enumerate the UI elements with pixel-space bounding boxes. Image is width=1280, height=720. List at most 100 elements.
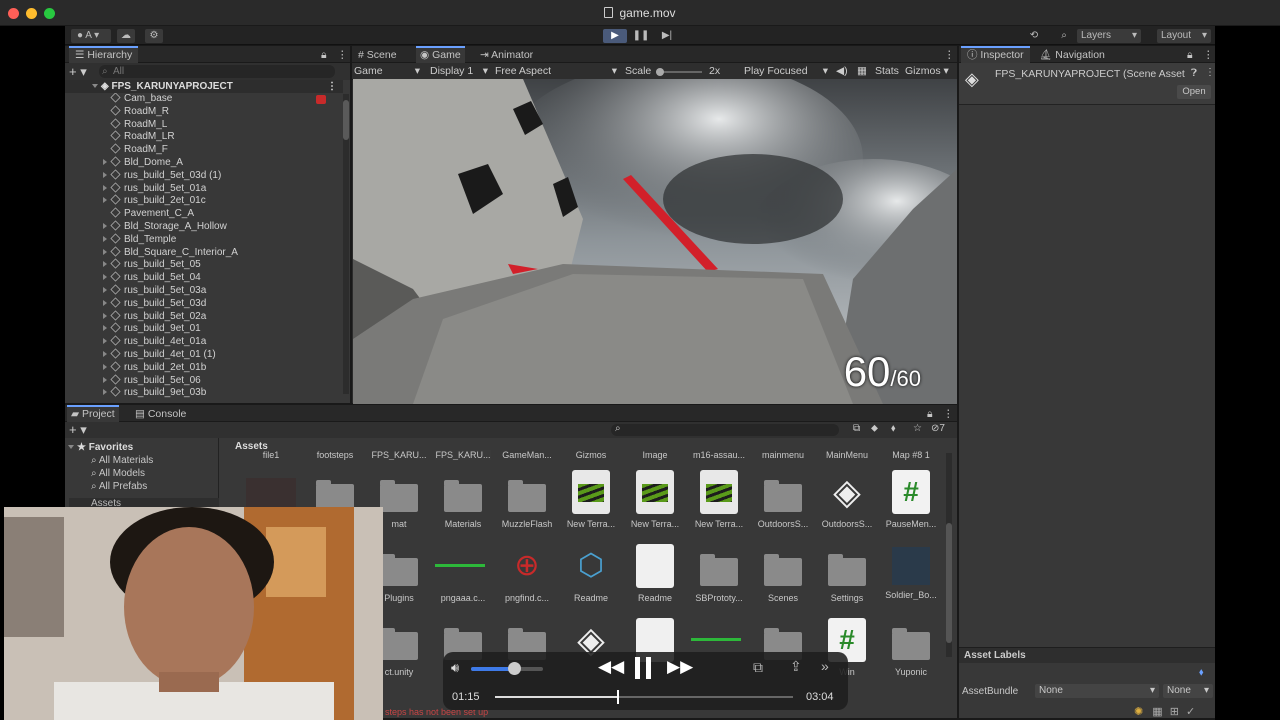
lightbulb-icon[interactable]: ✺ <box>1134 706 1143 718</box>
asset-folder-label[interactable]: file1 <box>243 450 299 460</box>
expand-arrow-icon[interactable] <box>103 287 107 293</box>
hierarchy-item[interactable]: rus_build_5et_02a <box>65 310 206 324</box>
expand-arrow-icon[interactable] <box>103 248 107 255</box>
volume-slider[interactable] <box>471 662 543 675</box>
asset-folder-label[interactable]: Image <box>627 450 683 460</box>
expand-arrow-icon[interactable] <box>92 84 98 88</box>
expand-arrow-icon[interactable] <box>103 197 107 204</box>
hierarchy-item[interactable]: Bld_Temple <box>65 233 176 247</box>
hierarchy-item[interactable]: rus_build_9et_01 <box>65 322 201 336</box>
favorites-header[interactable]: ★ Favorites <box>68 442 133 453</box>
tab-scene[interactable]: # Scene <box>358 48 397 63</box>
game-mode-dropdown[interactable]: Game ▾ <box>354 65 420 78</box>
tab-game[interactable]: ◉ Game <box>416 46 465 63</box>
mute-icon[interactable]: ◀) <box>836 65 848 78</box>
play-button[interactable]: ▶ <box>603 29 627 43</box>
asset-item[interactable]: Materials <box>435 470 491 529</box>
history-icon[interactable]: ⟲ <box>1025 29 1043 43</box>
fast-forward-button[interactable]: ▶▶ <box>667 657 693 677</box>
asset-item[interactable]: MuzzleFlash <box>499 470 555 529</box>
expand-arrow-icon[interactable] <box>103 274 107 281</box>
hierarchy-item[interactable]: rus_build_9et_03b <box>65 386 206 400</box>
scrub-bar[interactable] <box>495 690 793 704</box>
lock-icon[interactable]: 🔒︎ <box>321 48 327 63</box>
hidden-count[interactable]: ⊘7 <box>931 423 945 434</box>
hierarchy-item[interactable]: rus_build_5et_03a <box>65 284 206 298</box>
expand-arrow-icon[interactable] <box>103 171 107 178</box>
expand-arrow-icon[interactable] <box>103 389 107 396</box>
expand-arrow-icon[interactable] <box>103 376 107 383</box>
expand-arrow-icon[interactable] <box>103 299 107 306</box>
tab-project[interactable]: ▰ Project <box>67 405 119 422</box>
favorite-icon[interactable]: ☆ <box>913 423 922 434</box>
cloud-button[interactable]: ☁ <box>117 29 135 43</box>
hierarchy-item[interactable]: Bld_Square_C_Interior_A <box>65 246 238 260</box>
search-icon[interactable]: ⌕ <box>1055 29 1073 43</box>
fav-item[interactable]: ⌕ All Models <box>91 468 145 479</box>
hierarchy-item[interactable]: Bld_Storage_A_Hollow <box>65 220 227 234</box>
asset-folder-label[interactable]: MainMenu <box>819 450 875 460</box>
asset-folder-label[interactable]: Map #8 1 <box>883 450 939 460</box>
asset-item[interactable]: SBPrototy... <box>691 544 747 603</box>
tag-icon[interactable]: ⬧ <box>891 423 896 434</box>
display-dropdown[interactable]: Display 1 ▾ <box>430 65 488 78</box>
asset-folder-label[interactable]: footsteps <box>307 450 363 460</box>
expand-arrow-icon[interactable] <box>103 325 107 332</box>
asset-item[interactable]: Soldier_Bo... <box>883 544 939 600</box>
add-button[interactable]: + ▾ <box>69 64 87 80</box>
expand-arrow-icon[interactable] <box>103 312 107 319</box>
fav-item[interactable]: ⌕ All Prefabs <box>91 481 147 492</box>
tab-navigation[interactable]: ⛵︎ Navigation <box>1039 48 1105 63</box>
kebab-menu-icon[interactable]: ⋮ <box>337 48 348 63</box>
asset-folder-label[interactable]: FPS_KARU... <box>435 450 491 460</box>
hierarchy-item[interactable]: Cam_base <box>65 93 326 106</box>
pause-button[interactable]: ❚❚ <box>629 29 653 43</box>
asset-item[interactable]: Scenes <box>755 544 811 603</box>
asset-item[interactable]: Yuponic <box>883 618 939 677</box>
hierarchy-item[interactable]: rus_build_5et_04 <box>65 271 201 285</box>
asset-item[interactable]: # PauseMen... <box>883 470 939 529</box>
picture-in-picture-icon[interactable]: ⧉ <box>753 659 763 676</box>
kebab-menu-icon[interactable]: ⋮ <box>1203 48 1214 63</box>
lock-icon[interactable]: 🔒︎ <box>1187 48 1193 63</box>
volume-knob[interactable] <box>508 662 522 675</box>
pause-button[interactable] <box>635 657 651 679</box>
stats-button[interactable]: Stats <box>875 65 899 78</box>
image-thumbnail[interactable] <box>243 478 299 508</box>
hierarchy-item[interactable]: rus_build_5et_01a <box>65 182 206 196</box>
share-icon[interactable]: ⇪ <box>790 658 802 675</box>
asset-item[interactable]: New Terra... <box>627 470 683 529</box>
expand-arrow-icon[interactable] <box>103 363 107 370</box>
cache-icon[interactable]: ⊞ <box>1170 706 1179 718</box>
warning-badge-icon[interactable] <box>316 95 326 104</box>
hierarchy-item[interactable]: Bld_Dome_A <box>65 156 183 170</box>
kebab-menu-icon[interactable]: ⋮ <box>943 407 954 422</box>
asset-bundle-dropdown[interactable]: None ▾ <box>1035 684 1159 698</box>
asset-folder-label[interactable]: Gizmos <box>563 450 619 460</box>
asset-item[interactable]: Settings <box>819 544 875 603</box>
hierarchy-item[interactable]: Pavement_C_A <box>65 207 194 221</box>
kebab-menu-icon[interactable]: ⋮ <box>327 80 337 93</box>
help-icon[interactable]: ❓︎ <box>1191 68 1197 79</box>
grid-icon[interactable]: ▦ <box>857 65 867 78</box>
volume-icon[interactable]: 🔊︎ <box>451 660 459 676</box>
hierarchy-item[interactable]: RoadM_F <box>65 143 168 157</box>
asset-item[interactable]: ◈ OutdoorsS... <box>819 470 875 529</box>
hierarchy-item[interactable]: rus_build_2et_01c <box>65 194 206 208</box>
fav-item[interactable]: ⌕ All Materials <box>91 455 153 466</box>
step-button[interactable]: ▶| <box>655 29 679 43</box>
more-icon[interactable]: » <box>821 658 829 674</box>
expand-arrow-icon[interactable] <box>103 235 107 242</box>
expand-arrow-icon[interactable] <box>103 159 107 165</box>
playhead[interactable] <box>617 690 620 704</box>
hierarchy-item[interactable]: rus_build_2et_01b <box>65 361 206 375</box>
expand-arrow-icon[interactable] <box>103 223 107 229</box>
network-icon[interactable]: ▦ <box>1152 706 1162 718</box>
kebab-menu-icon[interactable]: ⋮ <box>1205 67 1215 78</box>
layers-dropdown[interactable]: Layers ▾ <box>1077 29 1141 43</box>
tab-animator[interactable]: ⇥ Animator <box>480 48 533 63</box>
asset-item[interactable]: New Terra... <box>691 470 747 529</box>
filter-type-icon[interactable]: ⧉ <box>853 423 860 434</box>
asset-grid-scrollbar[interactable] <box>946 453 952 657</box>
lock-icon[interactable]: 🔒︎ <box>927 407 933 422</box>
